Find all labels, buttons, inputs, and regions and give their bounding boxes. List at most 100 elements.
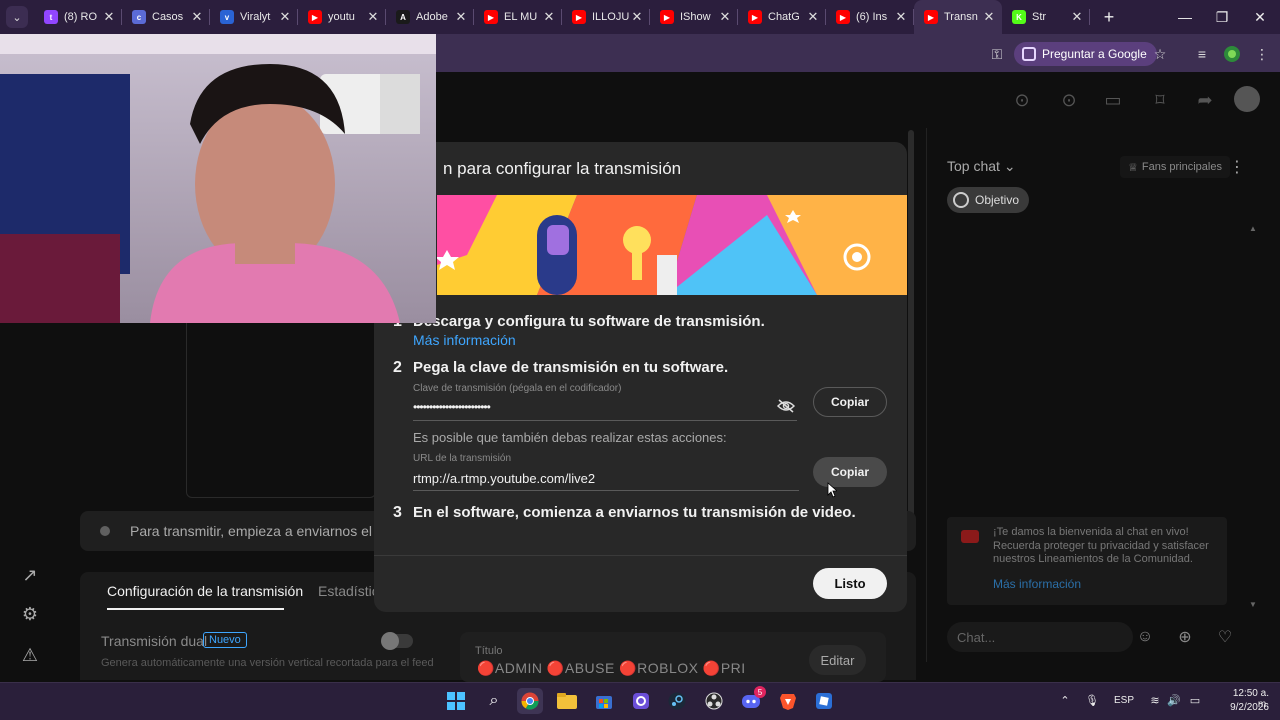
clapperboard-icon[interactable]: ▭ [1101, 88, 1125, 112]
super-chat-icon[interactable]: ⊙ [1057, 88, 1081, 112]
copy-key-button[interactable]: Copiar [813, 387, 887, 417]
browser-tab[interactable]: ▶ IShow ✕ [650, 0, 738, 34]
battery-icon[interactable]: ▭ [1187, 692, 1203, 708]
tab-close-icon[interactable]: ✕ [806, 9, 820, 25]
popout-arrow-icon[interactable]: ↗ [18, 563, 42, 587]
chat-more-icon[interactable]: ⋮ [1225, 155, 1249, 179]
title-label: Título [475, 645, 503, 657]
add-icon[interactable]: ⊕ [1174, 626, 1196, 648]
chat-more-info-link[interactable]: Más información [993, 577, 1081, 591]
browser-tab[interactable]: K Str ✕ [1002, 0, 1090, 34]
step-3-text: En el software, comienza a enviarnos tu … [413, 504, 856, 521]
browser-tab[interactable]: ▶ youtu ✕ [298, 0, 386, 34]
new-tab-button[interactable]: + [1096, 4, 1122, 30]
stream-key-input[interactable]: •••••••••••••••••••••••• [413, 400, 491, 414]
tab-close-icon[interactable]: ✕ [542, 9, 556, 25]
browser-tab[interactable]: ▶ ILLOJU ✕ [562, 0, 650, 34]
minimize-button[interactable]: — [1166, 0, 1204, 34]
password-key-icon[interactable]: ⚿ [987, 44, 1007, 64]
tab-search-button[interactable]: ⌄ [6, 6, 28, 28]
emoji-icon[interactable]: ☺ [1134, 626, 1156, 648]
steam-icon[interactable] [664, 688, 690, 714]
tray-expand-icon[interactable]: ⌃ [1057, 692, 1073, 708]
top-fans-label: Fans principales [1141, 161, 1222, 173]
tab-favicon-icon: ▶ [484, 10, 498, 24]
chrome-app-icon[interactable] [517, 688, 543, 714]
done-button[interactable]: Listo [813, 568, 887, 599]
tab-close-icon[interactable]: ✕ [894, 9, 908, 25]
ask-google-button[interactable]: Preguntar a Google [1014, 42, 1157, 66]
browser-tab[interactable]: ▶ ChatG ✕ [738, 0, 826, 34]
browser-tab[interactable]: A Adobe ✕ [386, 0, 474, 34]
keyboard-language[interactable]: ESP [1114, 695, 1134, 706]
reading-list-icon[interactable]: ≡ [1192, 44, 1212, 64]
dual-stream-toggle[interactable] [381, 632, 413, 650]
goal-label: Objetivo [975, 193, 1020, 207]
microphone-icon[interactable]: 🎙 [1084, 692, 1100, 708]
chat-scroll-down-icon[interactable]: ▼ [1249, 600, 1257, 609]
tab-stream-config[interactable]: Configuración de la transmisión [107, 583, 303, 599]
wifi-icon[interactable]: ≋ [1147, 692, 1163, 708]
screen: ⌄ t (8) RO ✕ c Casos ✕ v Viralyt ✕ ▶ youtu ✕ A Adobe ✕… [0, 0, 1280, 720]
lens-icon [1022, 47, 1036, 61]
restore-button[interactable]: ❐ [1203, 0, 1241, 34]
stream-url-input[interactable]: rtmp://a.rtmp.youtube.com/live2 [413, 471, 595, 486]
tab-close-icon[interactable]: ✕ [102, 9, 116, 25]
browser-tab[interactable]: t (8) RO ✕ [34, 0, 122, 34]
tab-close-icon[interactable]: ✕ [718, 9, 732, 25]
copy-url-button[interactable]: Copiar [813, 457, 887, 487]
tab-close-icon[interactable]: ✕ [190, 9, 204, 25]
monetization-icon[interactable]: ⊙ [1010, 88, 1034, 112]
clock-date[interactable]: 9/2/2026 [1219, 702, 1269, 713]
tab-close-icon[interactable]: ✕ [366, 9, 380, 25]
tab-close-icon[interactable]: ✕ [982, 9, 996, 25]
start-windows-icon[interactable] [443, 688, 469, 714]
bookmark-icon[interactable]: ⌑ [1148, 88, 1172, 112]
more-info-link[interactable]: Más información [413, 332, 516, 348]
chat-input[interactable]: Chat... [947, 622, 1133, 652]
top-fans-button[interactable]: ♕ Fans principales [1120, 156, 1230, 178]
tab-favicon-icon: ▶ [836, 10, 850, 24]
browser-tab[interactable]: ▶ Transn ✕ [914, 0, 1002, 34]
step-1-text: Descarga y configura tu software de tran… [413, 313, 765, 330]
tab-close-icon[interactable]: ✕ [278, 9, 292, 25]
feedback-icon[interactable]: ⚠ [18, 643, 42, 667]
tab-favicon-icon: c [132, 10, 146, 24]
tab-close-icon[interactable]: ✕ [630, 9, 644, 25]
goal-chip[interactable]: Objetivo [947, 187, 1030, 213]
browser-tab[interactable]: c Casos ✕ [122, 0, 210, 34]
page-scrollbar[interactable] [908, 130, 914, 528]
browser-tab[interactable]: ▶ EL MU ✕ [474, 0, 562, 34]
tab-title: (6) Ins [856, 11, 888, 23]
hide-eye-icon[interactable] [776, 397, 796, 415]
settings-gear-icon[interactable]: ⚙ [18, 602, 42, 626]
dual-stream-description: Genera automáticamente una versión verti… [101, 657, 434, 669]
tab-title: Transn [944, 11, 978, 23]
obs-like-app-icon[interactable] [628, 688, 654, 714]
obs-studio-icon[interactable] [701, 688, 727, 714]
tab-statistics[interactable]: Estadístic [318, 583, 379, 599]
chat-mode-label: Top chat [947, 158, 1000, 174]
volume-icon[interactable]: 🔊 [1166, 692, 1182, 708]
edit-button[interactable]: Editar [809, 645, 866, 675]
chat-mode-selector[interactable]: Top chat ⌄ [947, 158, 1016, 175]
extension-icon[interactable] [1222, 44, 1242, 64]
bookmark-star-icon[interactable]: ☆ [1150, 44, 1170, 64]
store-icon[interactable] [591, 688, 617, 714]
tab-close-icon[interactable]: ✕ [1070, 9, 1084, 25]
tab-close-icon[interactable]: ✕ [454, 9, 468, 25]
search-icon[interactable]: ⌕ [481, 688, 507, 714]
avatar[interactable] [1234, 86, 1260, 112]
title-value: 🔴ADMIN 🔴ABUSE 🔴ROBLOX 🔴PRI [477, 660, 746, 676]
file-explorer-icon[interactable] [554, 688, 580, 714]
close-window-button[interactable]: ✕ [1241, 0, 1279, 34]
brave-icon[interactable] [775, 688, 801, 714]
roblox-studio-icon[interactable] [811, 688, 837, 714]
browser-tab[interactable]: v Viralyt ✕ [210, 0, 298, 34]
browser-menu-icon[interactable]: ⋮ [1252, 44, 1272, 64]
share-icon[interactable]: ➦ [1193, 88, 1217, 112]
heart-icon[interactable]: ♡ [1214, 626, 1236, 648]
browser-tab[interactable]: ▶ (6) Ins ✕ [826, 0, 914, 34]
chat-scroll-up-icon[interactable]: ▲ [1249, 224, 1257, 233]
stream-preview [186, 322, 376, 498]
